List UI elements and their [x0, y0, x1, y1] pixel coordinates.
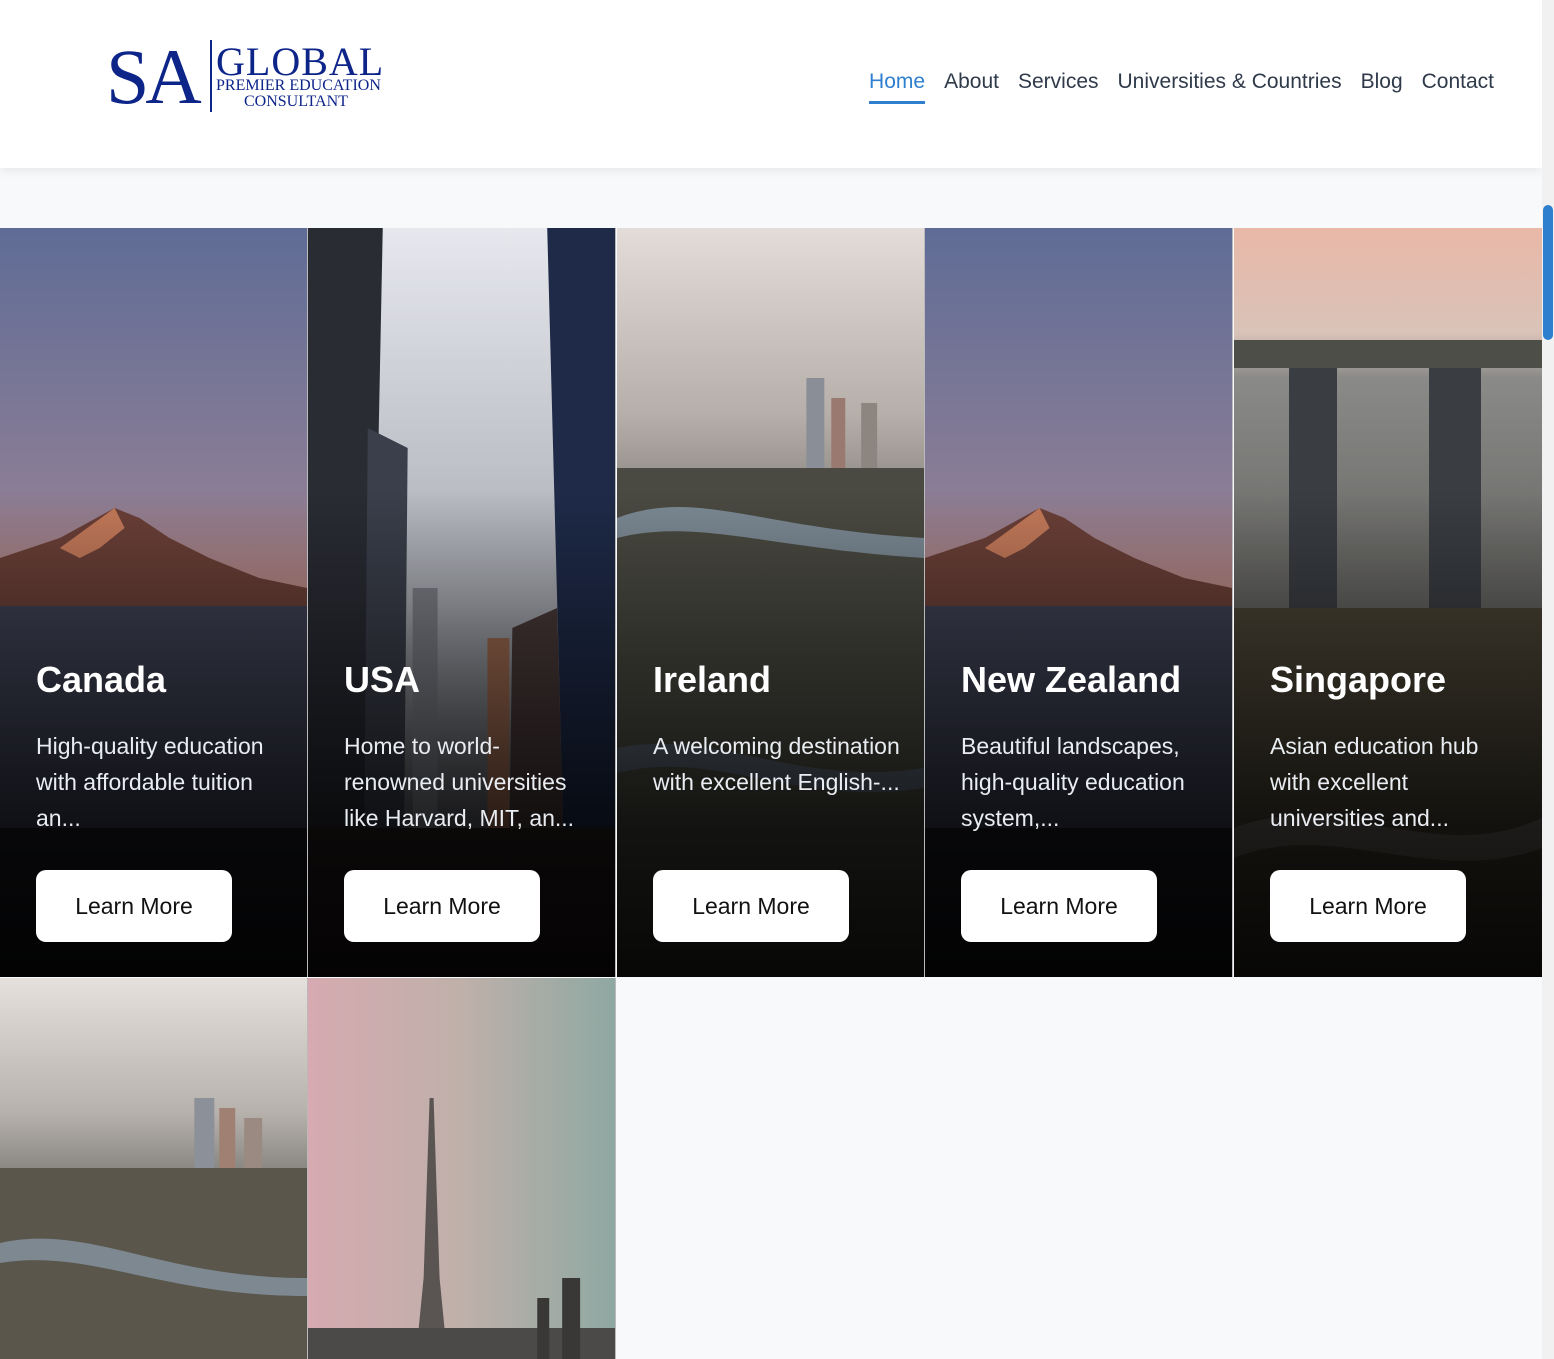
learn-more-button[interactable]: Learn More: [1270, 870, 1466, 942]
logo-tagline-2: CONSULTANT: [244, 93, 348, 110]
country-card-new-zealand: New Zealand Beautiful landscapes, high-q…: [925, 228, 1233, 977]
nav-home[interactable]: Home: [869, 68, 926, 104]
scrollbar-thumb[interactable]: [1543, 205, 1553, 340]
card-description: High-quality education with affordable t…: [36, 733, 264, 831]
nav-blog[interactable]: Blog: [1361, 68, 1403, 104]
learn-more-button[interactable]: Learn More: [344, 870, 540, 942]
card-title: Singapore: [1270, 659, 1447, 700]
nav-services[interactable]: Services: [1018, 68, 1099, 104]
card-description: Home to world-renowned universities like…: [344, 733, 575, 831]
country-card-partial-1: [0, 978, 308, 1359]
learn-more-button[interactable]: Learn More: [961, 870, 1157, 942]
learn-more-button[interactable]: Learn More: [36, 870, 232, 942]
country-card-ireland: Ireland A welcoming destination with exc…: [617, 228, 925, 977]
logo-sa-mark: SA: [106, 33, 202, 120]
logo-divider: [210, 40, 212, 112]
nav-about[interactable]: About: [944, 68, 999, 104]
country-card-partial-2: [308, 978, 616, 1359]
page-scrollbar[interactable]: [1542, 0, 1554, 1359]
nav-contact[interactable]: Contact: [1422, 68, 1494, 104]
card-description: Asian education hub with excellent unive…: [1270, 733, 1479, 831]
card-title: New Zealand: [961, 659, 1182, 700]
nav-universities-countries[interactable]: Universities & Countries: [1118, 68, 1342, 104]
card-title: Ireland: [653, 659, 772, 700]
main-nav: Home About Services Universities & Count…: [869, 68, 1494, 104]
site-logo[interactable]: SA GLOBAL PREMIER EDUCATION CONSULTANT: [106, 33, 383, 120]
site-header: SA GLOBAL PREMIER EDUCATION CONSULTANT H…: [0, 0, 1542, 168]
country-card-usa: USA Home to world-renowned universities …: [308, 228, 616, 977]
card-description: A welcoming destination with excellent E…: [653, 733, 900, 795]
card-title: USA: [344, 659, 421, 700]
country-card-canada: Canada High-quality education with affor…: [0, 228, 308, 977]
learn-more-button[interactable]: Learn More: [653, 870, 849, 942]
card-description: Beautiful landscapes, high-quality educa…: [961, 733, 1185, 831]
burj-khalifa-image: [308, 978, 615, 1359]
logo-tagline-1: PREMIER EDUCATION: [216, 77, 381, 94]
country-card-singapore: Singapore Asian education hub with excel…: [1234, 228, 1543, 977]
aerial-city-image: [0, 978, 307, 1359]
card-title: Canada: [36, 659, 167, 700]
logo-global-text: GLOBAL: [216, 39, 385, 84]
